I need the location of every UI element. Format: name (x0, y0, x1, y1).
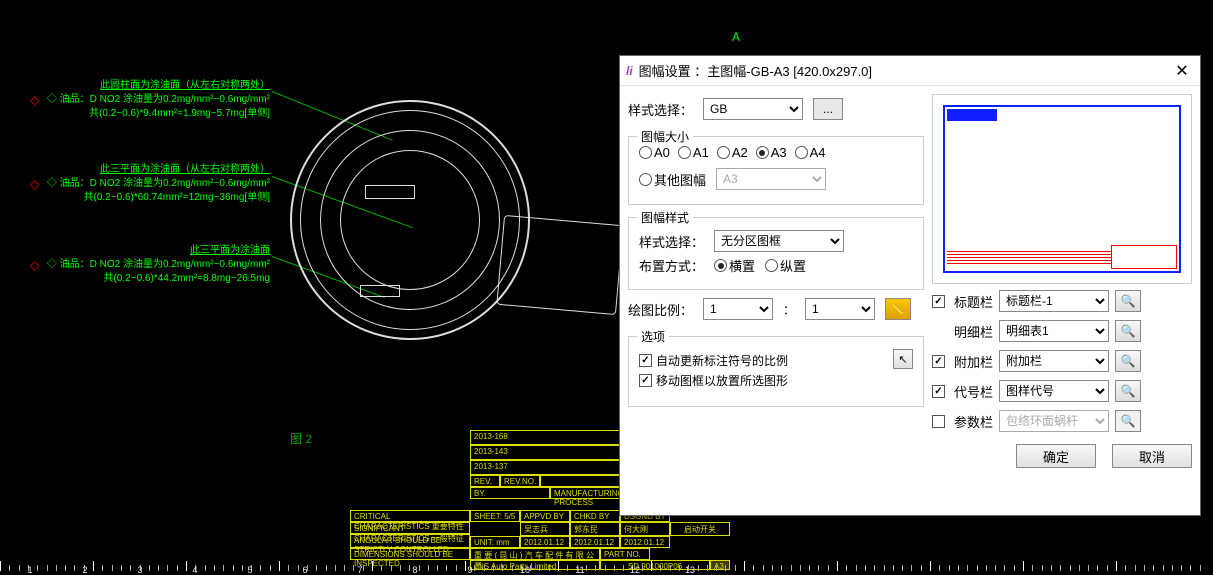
ruler-label-7: 7 (357, 565, 362, 575)
combo-2[interactable]: 附加栏 (999, 350, 1109, 372)
right-row-2: 附加栏附加栏🔍 (932, 350, 1192, 372)
combo-4: 包络环面蜗杆 (999, 410, 1109, 432)
cad-slot-2 (360, 285, 400, 297)
cad-slot-1 (365, 185, 415, 199)
dialog-title: 图幅设置 ：主图幅-GB-A3 [420.0x297.0] (639, 61, 1164, 80)
frame-style-select[interactable]: 无分区图框 (714, 230, 844, 252)
layout-horizontal-radio[interactable]: 横置 (714, 256, 755, 275)
size-radio-a1[interactable]: A1 (678, 145, 709, 160)
scale-label: 绘图比例： (628, 300, 693, 319)
diamond-mark-2: ◇ (30, 177, 39, 191)
size-group: 图幅大小 A0A1A2A3A4 其他图幅 A3 (628, 136, 924, 205)
options-group: 选项 自动更新标注符号的比例 移动图框以放置所选图形 ↖ (628, 336, 924, 407)
size-radios: A0 A1 A2 A3 A4 (639, 145, 913, 160)
ok-button[interactable]: 确定 (1016, 444, 1096, 468)
opt-auto-update[interactable]: 自动更新标注符号的比例 (639, 352, 788, 369)
frame-style-group: 图幅样式 样式选择： 无分区图框 布置方式： 横置 纵置 (628, 217, 924, 290)
right-row-1: 明细栏明细表1🔍 (932, 320, 1192, 342)
ruler-label-6: 6 (302, 565, 307, 575)
browse-style-button[interactable]: ... (813, 98, 843, 120)
annotation-3: 此三平面为涂油面 ◇ 油品：D NO2 涂油量为0.2mg/mm²~0.6mg/… (40, 244, 270, 286)
search-icon-btn-3[interactable]: 🔍 (1115, 380, 1141, 402)
ruler: 12345678910111213 (0, 555, 1213, 575)
ruler-label-3: 3 (137, 565, 142, 575)
frame-style-label: 样式选择： (639, 232, 704, 251)
size-radio-a3[interactable]: A3 (756, 145, 787, 160)
diamond-mark-3: ◇ (30, 258, 39, 272)
other-size-select: A3 (716, 168, 826, 190)
measure-icon-button[interactable]: 📏 (885, 298, 911, 320)
ruler-label-2: 2 (82, 565, 87, 575)
layout-vertical-radio[interactable]: 纵置 (765, 256, 806, 275)
right-row-0: 标题栏标题栏-1🔍 (932, 290, 1192, 312)
preview-box (932, 94, 1192, 284)
diamond-mark-1: ◇ (30, 93, 39, 107)
scale-right-select[interactable]: 1 (805, 298, 875, 320)
opt-move-frame[interactable]: 移动图框以放置所选图形 (639, 372, 788, 389)
frame-settings-dialog: li 图幅设置 ：主图幅-GB-A3 [420.0x297.0] ✕ 样式选择：… (619, 55, 1201, 516)
size-radio-a0[interactable]: A0 (639, 145, 670, 160)
other-size-radio[interactable]: 其他图幅 (639, 170, 706, 189)
chk-3[interactable] (932, 385, 945, 398)
style-select[interactable]: GB (703, 98, 803, 120)
cad-part-inner (340, 150, 480, 290)
search-icon-btn-1[interactable]: 🔍 (1115, 320, 1141, 342)
ruler-label-5: 5 (247, 565, 252, 575)
dialog-titlebar[interactable]: li 图幅设置 ：主图幅-GB-A3 [420.0x297.0] ✕ (620, 56, 1200, 86)
ruler-label-9: 9 (467, 565, 472, 575)
ruler-label-10: 10 (520, 565, 530, 575)
chk-0[interactable] (932, 295, 945, 308)
cad-part-bracket (496, 215, 623, 315)
ruler-label-1: 1 (27, 565, 32, 575)
figure-label: 图 2 (290, 430, 312, 447)
size-radio-a2[interactable]: A2 (717, 145, 748, 160)
annotation-2: 此三平面为涂油面（从左右对称两处） ◇ 油品：D NO2 涂油量为0.2mg/m… (40, 163, 270, 205)
search-icon-btn-0[interactable]: 🔍 (1115, 290, 1141, 312)
combo-1[interactable]: 明细表1 (999, 320, 1109, 342)
annotation-1: 此圆柱面为涂油面（从左右对称两处） ◇ 油品：D NO2 涂油量为0.2mg/m… (40, 79, 270, 121)
layout-label: 布置方式： (639, 256, 704, 275)
search-icon-btn-2[interactable]: 🔍 (1115, 350, 1141, 372)
ruler-label-11: 11 (575, 565, 584, 575)
chk-2[interactable] (932, 355, 945, 368)
app-icon: li (626, 64, 633, 78)
scale-left-select[interactable]: 1 (703, 298, 773, 320)
right-row-3: 代号栏图样代号🔍 (932, 380, 1192, 402)
size-radio-a4[interactable]: A4 (795, 145, 826, 160)
combo-3[interactable]: 图样代号 (999, 380, 1109, 402)
style-choice-label: 样式选择： (628, 100, 693, 119)
combo-0[interactable]: 标题栏-1 (999, 290, 1109, 312)
ruler-label-8: 8 (412, 565, 417, 575)
close-button[interactable]: ✕ (1170, 61, 1194, 81)
ruler-label-13: 13 (685, 565, 695, 575)
search-icon-btn-4: 🔍 (1115, 410, 1141, 432)
pick-icon-button[interactable]: ↖ (893, 349, 913, 369)
ruler-label-4: 4 (192, 565, 197, 575)
axis-label-a: A (732, 30, 740, 44)
ruler-label-12: 12 (630, 565, 640, 575)
chk-4[interactable] (932, 415, 945, 428)
cancel-button[interactable]: 取消 (1112, 444, 1192, 468)
right-row-4: 参数栏包络环面蜗杆🔍 (932, 410, 1192, 432)
